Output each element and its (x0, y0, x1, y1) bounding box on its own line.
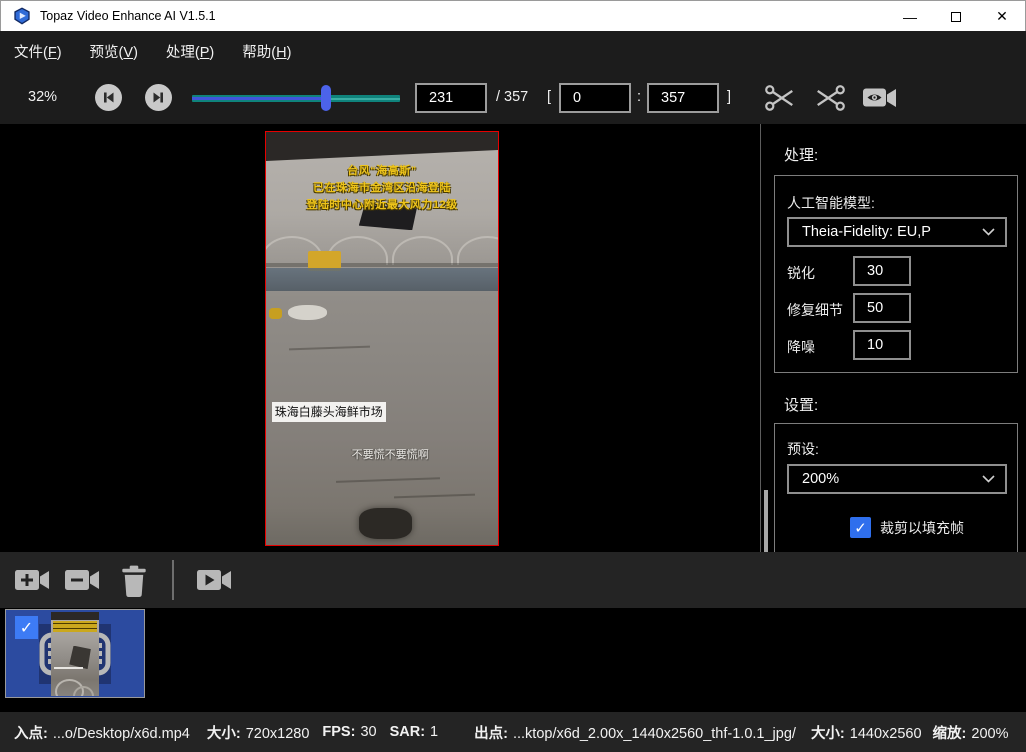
video-subtitle: 不要慌不要慌啊 (266, 446, 498, 462)
denoise-input[interactable] (853, 330, 911, 360)
video-yellow-car (269, 308, 282, 319)
video-location-label: 珠海白藤头海鲜市场 (272, 402, 386, 422)
chevron-down-icon (982, 475, 995, 483)
preset-label: 预设: (787, 439, 819, 459)
trim-start-button[interactable] (763, 83, 797, 118)
ai-model-label: 人工智能模型: (787, 193, 875, 213)
ai-model-dropdown[interactable]: Theia-Fidelity: EU,P (787, 217, 1007, 247)
delete-button[interactable] (119, 565, 149, 602)
minimize-button[interactable]: — (887, 1, 933, 32)
total-frames-label: / 357 (496, 89, 528, 105)
denoise-label: 降噪 (787, 337, 815, 357)
status-scale: 缩放:200% (933, 722, 1009, 743)
range-separator: : (637, 89, 641, 105)
main-area: 台风“海高斯” 已在珠海市金湾区沿海登陆 登陆时中心附近最大风力12级 珠海白藤… (0, 124, 1026, 552)
chevron-down-icon (982, 228, 995, 236)
playback-toolbar: 32% / 357 [ : ] (0, 72, 1026, 124)
toolbar-divider (172, 560, 174, 600)
trash-icon (119, 565, 149, 597)
thumbnail-checkbox[interactable]: ✓ (15, 616, 38, 639)
slider-track-highlight (325, 98, 400, 100)
video-list-toolbar (0, 552, 1026, 608)
range-bracket-close: ] (727, 89, 731, 105)
range-bracket-open: [ (547, 89, 551, 105)
menu-file[interactable]: 文件(F) (2, 35, 74, 68)
crop-to-fill-label: 裁剪以填充帧 (880, 518, 964, 538)
thumbnail-strip: ✓ (0, 608, 1026, 712)
status-bar: 入点:...o/Desktop/x6d.mp4 大小:720x1280 FPS:… (0, 712, 1026, 752)
sharpen-label: 锐化 (787, 263, 815, 283)
camera-minus-icon (64, 565, 102, 595)
restore-detail-label: 修复细节 (787, 300, 843, 320)
video-blue-wall (266, 268, 498, 290)
title-bar: Topaz Video Enhance AI V1.5.1 — ✕ (0, 0, 1026, 31)
current-frame-input[interactable] (415, 83, 487, 113)
camera-eye-icon (862, 83, 898, 113)
video-white-car (288, 305, 327, 320)
settings-heading: 设置: (784, 394, 818, 415)
ai-model-group: 人工智能模型: Theia-Fidelity: EU,P 锐化 修复细节 降噪 (774, 175, 1018, 373)
frame-slider[interactable] (192, 85, 400, 111)
menu-help[interactable]: 帮助(H) (230, 35, 303, 68)
video-thumbnail-tile[interactable]: ✓ (5, 609, 145, 698)
zoom-percent: 32% (28, 89, 57, 105)
menu-preview[interactable]: 预览(V) (78, 35, 150, 68)
add-video-button[interactable] (14, 565, 52, 600)
slider-progress (192, 97, 326, 100)
preset-dropdown[interactable]: 200% (787, 464, 1007, 494)
thumbnail-image (51, 612, 99, 696)
slider-handle[interactable] (321, 85, 331, 111)
close-button[interactable]: ✕ (979, 1, 1025, 32)
camera-play-icon (196, 565, 234, 595)
video-bridge-arches (265, 236, 499, 265)
scissors-left-icon (763, 83, 797, 113)
skip-to-end-button[interactable] (145, 84, 172, 111)
sharpen-input[interactable] (853, 256, 911, 286)
range-end-input[interactable] (647, 83, 719, 113)
status-fps: FPS:30 (322, 724, 376, 740)
trim-end-button[interactable] (813, 83, 847, 118)
skip-start-icon (101, 90, 116, 105)
maximize-icon (951, 12, 961, 22)
camera-plus-icon (14, 565, 52, 595)
skip-end-icon (151, 90, 166, 105)
status-output-path: 出点:...ktop/x6d_2.00x_1440x2560_thf-1.0.1… (474, 722, 796, 743)
remove-video-button[interactable] (64, 565, 102, 600)
video-preview[interactable]: 台风“海高斯” 已在珠海市金湾区沿海登陆 登陆时中心附近最大风力12级 珠海白藤… (265, 131, 499, 546)
video-ceiling-shape (266, 132, 498, 161)
video-caption: 台风“海高斯” 已在珠海市金湾区沿海登陆 登陆时中心附近最大风力12级 (266, 163, 498, 214)
status-sar: SAR:1 (390, 724, 439, 740)
menu-bar: 文件(F) 预览(V) 处理(P) 帮助(H) (0, 31, 1026, 72)
preset-group: 预设: 200% ✓ 裁剪以填充帧 (774, 423, 1018, 552)
window-title: Topaz Video Enhance AI V1.5.1 (40, 9, 216, 23)
skip-to-start-button[interactable] (95, 84, 122, 111)
maximize-button[interactable] (933, 1, 979, 32)
video-floating-debris (359, 508, 412, 539)
restore-detail-input[interactable] (853, 293, 911, 323)
scissors-right-icon (813, 83, 847, 113)
status-input-size: 大小:720x1280 (207, 722, 310, 743)
preview-button[interactable] (862, 83, 898, 118)
range-start-input[interactable] (559, 83, 631, 113)
status-input-path: 入点:...o/Desktop/x6d.mp4 (14, 722, 190, 743)
video-bridge-deck (266, 263, 498, 267)
process-video-button[interactable] (196, 565, 234, 600)
app-window: Topaz Video Enhance AI V1.5.1 — ✕ 文件(F) … (0, 0, 1026, 752)
process-heading: 处理: (784, 144, 818, 165)
app-logo-icon (13, 7, 31, 25)
settings-panel: 处理: 人工智能模型: Theia-Fidelity: EU,P 锐化 修复细节… (768, 124, 1026, 552)
status-output-size: 大小:1440x2560 (811, 722, 922, 743)
menu-process[interactable]: 处理(P) (154, 35, 226, 68)
crop-to-fill-checkbox[interactable]: ✓ (850, 517, 871, 538)
panel-divider (760, 124, 761, 552)
preview-area: 台风“海高斯” 已在珠海市金湾区沿海登陆 登陆时中心附近最大风力12级 珠海白藤… (0, 124, 758, 552)
